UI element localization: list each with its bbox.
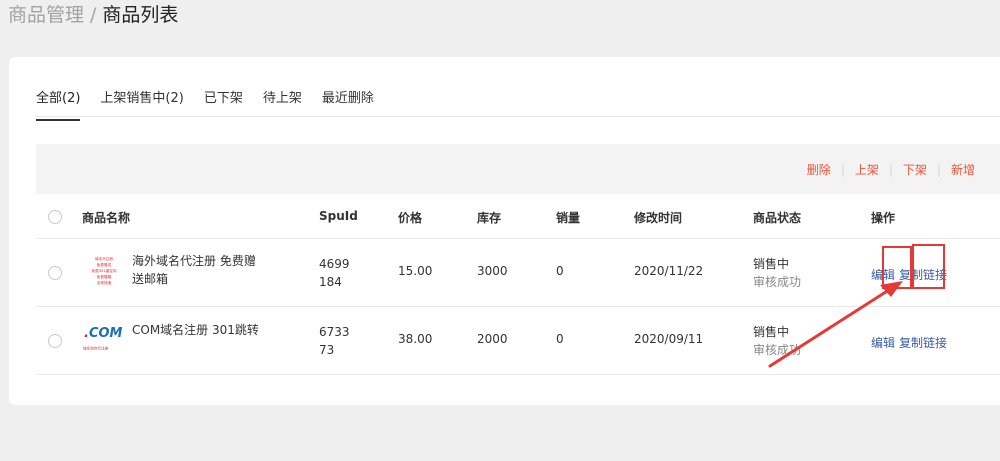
copy-link-button[interactable]: 复制链接 bbox=[899, 336, 947, 350]
sales-value: 0 bbox=[556, 264, 564, 278]
divider: | bbox=[840, 163, 845, 177]
add-button[interactable]: 新增 bbox=[951, 163, 975, 177]
thumbnail-text: 免费301重定向 bbox=[91, 268, 117, 273]
breadcrumb-parent[interactable]: 商品管理 bbox=[8, 4, 84, 26]
column-header-name: 商品名称 bbox=[82, 211, 131, 225]
thumbnail-text: 全球快递 bbox=[96, 280, 112, 285]
sale-status: 销售中 bbox=[753, 257, 790, 271]
breadcrumb: 商品管理 / 商品列表 bbox=[8, 3, 178, 27]
list-button[interactable]: 上架 bbox=[855, 163, 879, 177]
modified-date: 2020/11/22 bbox=[634, 264, 704, 278]
divider: | bbox=[936, 163, 941, 177]
annotation-highlight-box bbox=[882, 246, 912, 289]
thumbnail-logo: .COM bbox=[84, 326, 122, 341]
spuid-value: 4699184 bbox=[319, 257, 350, 289]
product-thumbnail: 域名代注册 免费赠送 免费301重定向 免费赠箱 全球快递 bbox=[83, 256, 125, 290]
column-header-ops: 操作 bbox=[871, 211, 896, 225]
spuid-value: 673373 bbox=[319, 325, 350, 357]
divider: | bbox=[888, 163, 893, 177]
thumbnail-text: 域名代注册 bbox=[95, 256, 113, 261]
table-row: .COM 域名包你代注册 COM域名注册 301跳转 673373 38.00 … bbox=[36, 307, 1000, 375]
thumbnail-text: 免费赠箱 bbox=[96, 274, 112, 279]
product-thumbnail: .COM 域名包你代注册 bbox=[83, 324, 125, 358]
bulk-actions: 删除 | 上架 | 下架 | 新增 bbox=[807, 161, 975, 178]
row-select-radio[interactable] bbox=[48, 334, 62, 348]
table-header: 商品名称 SpuId 价格 库存 销量 修改时间 商品状态 操作 bbox=[36, 195, 1000, 239]
tabs-divider bbox=[36, 116, 1000, 117]
stock-value: 3000 bbox=[477, 264, 508, 278]
review-status: 审核成功 bbox=[753, 343, 802, 357]
review-status: 审核成功 bbox=[753, 275, 802, 289]
status-cell: 销售中 审核成功 bbox=[753, 255, 801, 291]
select-all-radio[interactable] bbox=[48, 210, 62, 224]
price-value: 15.00 bbox=[398, 264, 433, 278]
bulk-action-bar: 删除 | 上架 | 下架 | 新增 bbox=[36, 144, 1000, 194]
product-name[interactable]: 海外域名代注册 免费赠送邮箱 bbox=[132, 252, 264, 288]
thumbnail-text: 域名包你代注册 bbox=[83, 346, 109, 351]
column-header-modified: 修改时间 bbox=[634, 211, 683, 225]
modified-date: 2020/09/11 bbox=[634, 332, 704, 346]
sales-value: 0 bbox=[556, 332, 564, 346]
delist-button[interactable]: 下架 bbox=[903, 163, 927, 177]
product-list-card: 全部(2) 上架销售中(2) 已下架 待上架 最近删除 删除 | 上架 | 下架 | 新增 … bbox=[9, 57, 1000, 405]
price-value: 38.00 bbox=[398, 332, 433, 346]
stock-value: 2000 bbox=[477, 332, 508, 346]
delete-button[interactable]: 删除 bbox=[807, 163, 831, 177]
column-header-status: 商品状态 bbox=[753, 211, 802, 225]
column-header-spuid: SpuId bbox=[319, 209, 358, 223]
sale-status: 销售中 bbox=[753, 325, 790, 339]
table-row: 域名代注册 免费赠送 免费301重定向 免费赠箱 全球快递 海外域名代注册 免费… bbox=[36, 239, 1000, 307]
thumbnail-logo-text: COM bbox=[88, 326, 123, 341]
column-header-sales: 销量 bbox=[556, 211, 581, 225]
page-title: 商品列表 bbox=[102, 4, 179, 26]
column-header-price: 价格 bbox=[398, 211, 423, 225]
breadcrumb-separator: / bbox=[90, 4, 97, 26]
column-header-stock: 库存 bbox=[477, 211, 502, 225]
row-select-radio[interactable] bbox=[48, 266, 62, 280]
row-actions: 编辑 复制链接 bbox=[871, 334, 947, 351]
product-name[interactable]: COM域名注册 301跳转 bbox=[132, 321, 264, 339]
annotation-highlight-box bbox=[912, 244, 945, 289]
status-cell: 销售中 审核成功 bbox=[753, 323, 801, 359]
edit-link[interactable]: 编辑 bbox=[871, 336, 895, 350]
thumbnail-text: 免费赠送 bbox=[96, 262, 112, 267]
